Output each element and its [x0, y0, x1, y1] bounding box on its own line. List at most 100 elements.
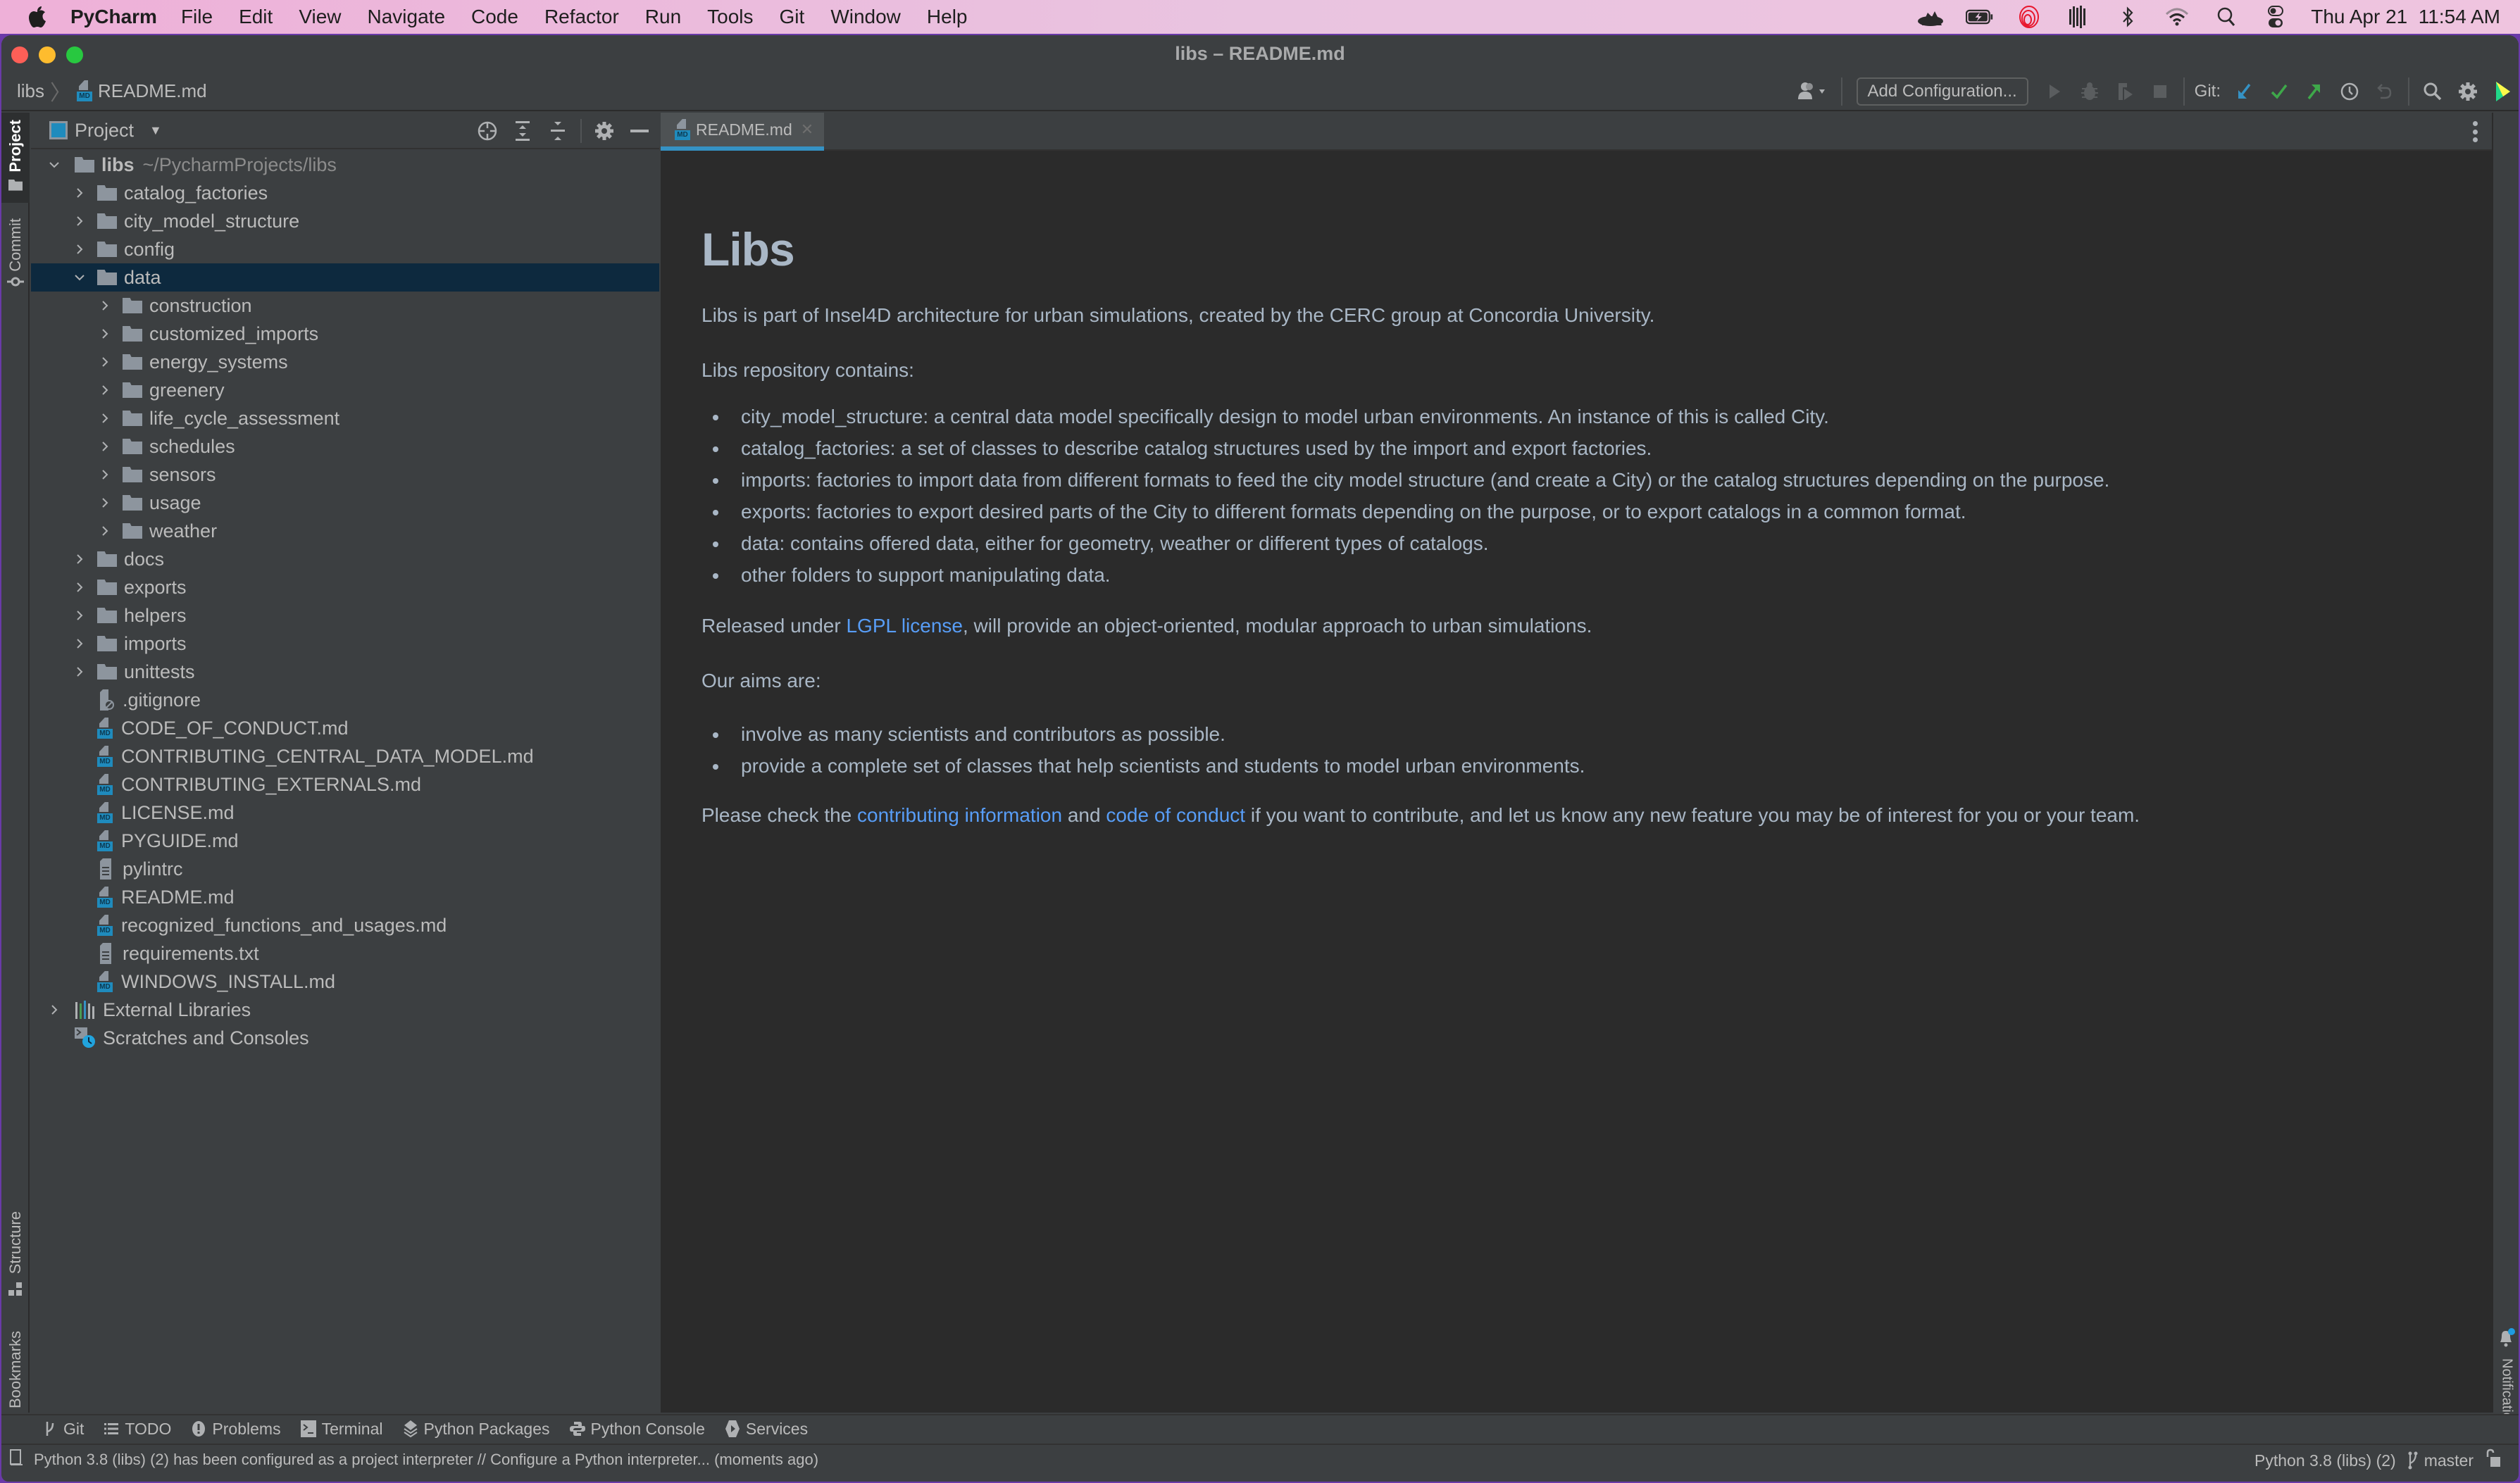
- battery-charging-icon[interactable]: [1966, 6, 1994, 28]
- select-opened-file-icon[interactable]: [475, 117, 500, 145]
- tree-file-item[interactable]: .gitignore: [31, 686, 659, 714]
- tree-root-libs[interactable]: libs ~/PycharmProjects/libs: [31, 151, 659, 179]
- status-message[interactable]: Python 3.8 (libs) (2) has been configure…: [10, 1449, 818, 1470]
- stop-icon[interactable]: [2146, 77, 2174, 106]
- close-tab-icon[interactable]: ✕: [801, 120, 813, 139]
- tree-folder-item[interactable]: greenery: [31, 376, 659, 404]
- minimize-window-button[interactable]: [39, 46, 56, 63]
- tool-tab-structure[interactable]: Structure: [1, 1211, 30, 1310]
- chevron-right-icon[interactable]: [69, 661, 90, 682]
- tool-window-git[interactable]: Git: [42, 1420, 84, 1439]
- tree-folder-item[interactable]: docs: [31, 545, 659, 573]
- tool-window-python-console[interactable]: Python Console: [569, 1420, 705, 1439]
- history-icon[interactable]: [2335, 77, 2364, 106]
- tool-window-services[interactable]: Services: [725, 1420, 808, 1439]
- settings-gear-icon[interactable]: [2454, 77, 2482, 106]
- git-update-icon[interactable]: [2230, 77, 2258, 106]
- git-commit-icon[interactable]: [2265, 77, 2293, 106]
- menu-git[interactable]: Git: [780, 6, 805, 28]
- tree-folder-item[interactable]: customized_imports: [31, 320, 659, 348]
- run-icon[interactable]: [2040, 77, 2069, 106]
- tree-file-item[interactable]: CODE_OF_CONDUCT.md: [31, 714, 659, 742]
- chevron-down-icon[interactable]: [44, 154, 65, 175]
- user-account-icon[interactable]: [1792, 77, 1832, 106]
- tool-window-todo[interactable]: TODO: [104, 1420, 171, 1439]
- chevron-right-icon[interactable]: [94, 492, 116, 513]
- tree-folder-item[interactable]: construction: [31, 292, 659, 320]
- cloud-icon[interactable]: [1916, 6, 1945, 28]
- chevron-right-icon[interactable]: [94, 323, 116, 344]
- maximize-window-button[interactable]: [66, 46, 83, 63]
- menu-edit[interactable]: Edit: [239, 6, 273, 28]
- chevron-right-icon[interactable]: [69, 239, 90, 260]
- tree-folder-item[interactable]: catalog_factories: [31, 179, 659, 207]
- chevron-right-icon[interactable]: [94, 436, 116, 457]
- debug-icon[interactable]: [2076, 77, 2104, 106]
- tree-file-item[interactable]: requirements.txt: [31, 939, 659, 968]
- audio-bars-icon[interactable]: [2064, 6, 2092, 28]
- code-with-me-icon[interactable]: [2489, 77, 2517, 106]
- menu-file[interactable]: File: [181, 6, 213, 28]
- apple-menu-icon[interactable]: [25, 4, 49, 30]
- tree-folder-item[interactable]: config: [31, 235, 659, 263]
- tree-folder-item[interactable]: life_cycle_assessment: [31, 404, 659, 432]
- add-configuration-button[interactable]: Add Configuration...: [1856, 77, 2028, 106]
- wifi-icon[interactable]: [2163, 6, 2191, 28]
- chevron-right-icon[interactable]: [69, 577, 90, 598]
- chevron-right-icon[interactable]: [69, 182, 90, 204]
- code-of-conduct-link[interactable]: code of conduct: [1106, 804, 1245, 826]
- tree-folder-item[interactable]: exports: [31, 573, 659, 601]
- tree-folder-item[interactable]: weather: [31, 517, 659, 545]
- chevron-right-icon[interactable]: [69, 605, 90, 626]
- tree-folder-item[interactable]: schedules: [31, 432, 659, 461]
- bluetooth-icon[interactable]: [2114, 6, 2142, 28]
- menu-tools[interactable]: Tools: [707, 6, 753, 28]
- run-with-coverage-icon[interactable]: [2111, 77, 2139, 106]
- contributing-information-link[interactable]: contributing information: [857, 804, 1062, 826]
- tool-tab-commit[interactable]: Commit: [1, 208, 30, 300]
- breadcrumb-file[interactable]: README.md: [98, 80, 207, 102]
- hide-panel-icon[interactable]: [627, 117, 652, 145]
- chevron-right-icon[interactable]: [94, 295, 116, 316]
- tool-tab-project[interactable]: Project: [1, 113, 30, 203]
- menu-code[interactable]: Code: [471, 6, 518, 28]
- menubar-clock[interactable]: Thu Apr 21 11:54 AM: [2311, 6, 2500, 28]
- tool-window-problems[interactable]: Problems: [191, 1420, 281, 1439]
- menu-navigate[interactable]: Navigate: [368, 6, 446, 28]
- chevron-right-icon[interactable]: [94, 464, 116, 485]
- tree-folder-item[interactable]: usage: [31, 489, 659, 517]
- expand-all-icon[interactable]: [510, 117, 535, 145]
- chevron-right-icon[interactable]: [94, 351, 116, 373]
- menu-run[interactable]: Run: [645, 6, 681, 28]
- chevron-right-icon[interactable]: [69, 633, 90, 654]
- breadcrumb-project[interactable]: libs: [17, 80, 44, 102]
- tree-scratches-and-consoles[interactable]: Scratches and Consoles: [31, 1024, 659, 1052]
- rollback-icon[interactable]: [2371, 77, 2399, 106]
- chevron-right-icon[interactable]: [94, 520, 116, 542]
- git-push-icon[interactable]: [2300, 77, 2328, 106]
- tree-folder-item[interactable]: city_model_structure: [31, 207, 659, 235]
- toggle-tool-windows-icon[interactable]: [10, 1449, 24, 1470]
- git-branch-widget[interactable]: master: [2407, 1451, 2474, 1470]
- cast-icon[interactable]: [2015, 6, 2043, 28]
- tree-folder-item[interactable]: energy_systems: [31, 348, 659, 376]
- lgpl-license-link[interactable]: LGPL license: [846, 615, 963, 637]
- chevron-right-icon[interactable]: [94, 408, 116, 429]
- app-menu-pycharm[interactable]: PyCharm: [70, 6, 157, 28]
- control-center-icon[interactable]: [2262, 6, 2290, 28]
- menu-help[interactable]: Help: [927, 6, 968, 28]
- options-gear-icon[interactable]: [592, 117, 617, 145]
- tree-file-item[interactable]: LICENSE.md: [31, 799, 659, 827]
- tree-file-item[interactable]: WINDOWS_INSTALL.md: [31, 968, 659, 996]
- more-options-icon[interactable]: [2468, 121, 2482, 142]
- read-only-lock-icon[interactable]: [2485, 1448, 2502, 1472]
- tree-file-item[interactable]: pylintrc: [31, 855, 659, 883]
- tree-external-libraries[interactable]: External Libraries: [31, 996, 659, 1024]
- chevron-right-icon[interactable]: [69, 549, 90, 570]
- search-everywhere-icon[interactable]: [2419, 77, 2447, 106]
- tree-folder-item[interactable]: helpers: [31, 601, 659, 630]
- close-window-button[interactable]: [11, 46, 28, 63]
- tree-folder-item[interactable]: sensors: [31, 461, 659, 489]
- tree-folder-item[interactable]: unittests: [31, 658, 659, 686]
- menu-window[interactable]: Window: [830, 6, 901, 28]
